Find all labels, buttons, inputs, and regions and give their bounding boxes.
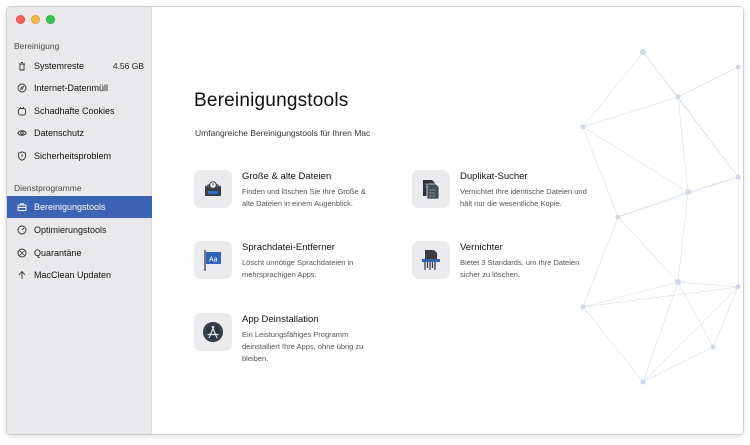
gauge-icon xyxy=(16,225,27,236)
shredder-icon xyxy=(412,241,450,279)
compass-icon xyxy=(16,83,27,94)
tool-name: Duplikat-Sucher xyxy=(460,171,528,182)
tool-large-old-files[interactable]: Große & alte Dateien Finden und löschen … xyxy=(194,170,394,230)
sidebar-item-quarantaene[interactable]: Quarantäne xyxy=(7,242,152,264)
section-title-dienstprogramme: Dienstprogramme xyxy=(14,183,82,193)
sidebar: Bereinigung Systemreste 4.56 GB Internet… xyxy=(7,7,152,434)
toolbox-icon xyxy=(16,202,27,213)
language-flag-icon: Aa xyxy=(194,241,232,279)
minimize-window-button[interactable] xyxy=(31,15,40,24)
sidebar-item-schadhafte-cookies[interactable]: Schadhafte Cookies xyxy=(7,100,152,122)
sidebar-item-label: Bereinigungstools xyxy=(34,202,106,212)
sidebar-item-bereinigungstools[interactable]: Bereinigungstools xyxy=(7,196,152,218)
sidebar-item-systemreste[interactable]: Systemreste 4.56 GB xyxy=(7,55,152,77)
tool-name: Vernichter xyxy=(460,242,503,253)
tool-description: Löscht unnötige Sprachdateien in mehrspr… xyxy=(242,258,354,279)
tool-app-uninstaller[interactable]: App Deinstallation Ein Leistungsfähiges … xyxy=(194,313,394,373)
junk-size-value: 4.56 GB xyxy=(112,61,144,71)
sidebar-item-label: Internet-Datenmüll xyxy=(34,83,109,93)
close-window-button[interactable] xyxy=(16,15,25,24)
tool-name: App Deinstallation xyxy=(242,314,319,325)
trash-icon xyxy=(16,61,27,72)
window-controls xyxy=(16,15,55,24)
sidebar-item-sicherheitsproblem[interactable]: Sicherheitsproblem xyxy=(7,145,152,167)
tool-name: Große & alte Dateien xyxy=(242,171,332,182)
quarantine-icon xyxy=(16,248,27,259)
sidebar-item-label: Optimierungstools xyxy=(34,225,107,235)
tool-language-remover[interactable]: Aa Sprachdatei-Entferner Löscht unnötige… xyxy=(194,241,394,301)
zoom-window-button[interactable] xyxy=(46,15,55,24)
sidebar-item-macclean-updaten[interactable]: MacClean Updaten xyxy=(7,264,152,286)
section-title-bereinigung: Bereinigung xyxy=(14,41,60,51)
large-files-icon xyxy=(194,170,232,208)
tool-shredder[interactable]: Vernichter Bietet 3 Standards, um Ihre D… xyxy=(412,241,612,301)
tool-description: Vernichtet Ihre identische Dateien und h… xyxy=(460,187,587,208)
sidebar-item-optimierungstools[interactable]: Optimierungstools xyxy=(7,219,152,241)
upload-arrow-icon xyxy=(16,270,27,281)
eye-icon xyxy=(16,128,27,139)
sidebar-item-label: MacClean Updaten xyxy=(34,270,112,280)
duplicate-files-icon xyxy=(412,170,450,208)
sidebar-item-label: Quarantäne xyxy=(34,248,82,258)
app-store-icon xyxy=(194,313,232,351)
cookie-icon xyxy=(16,106,27,117)
sidebar-item-label: Schadhafte Cookies xyxy=(34,106,115,116)
main-panel: Bereinigungstools Umfangreiche Bereinigu… xyxy=(152,7,743,434)
sidebar-item-internet-datenmuell[interactable]: Internet-Datenmüll xyxy=(7,77,152,99)
svg-text:Aa: Aa xyxy=(209,257,218,264)
tool-description: Ein Leistungsfähiges Programm deinstalli… xyxy=(242,330,364,363)
page-subtitle: Umfangreiche Bereinigungstools für Ihren… xyxy=(195,128,371,138)
tool-description: Finden und löschen Sie Ihre Große & alte… xyxy=(242,187,366,208)
sidebar-item-label: Systemreste xyxy=(34,61,85,71)
sidebar-item-datenschutz[interactable]: Datenschutz xyxy=(7,122,152,144)
app-window: Bereinigung Systemreste 4.56 GB Internet… xyxy=(6,6,744,435)
tool-description: Bietet 3 Standards, um Ihre Dateien sich… xyxy=(460,258,580,279)
sidebar-item-label: Sicherheitsproblem xyxy=(34,151,112,161)
tool-duplicate-finder[interactable]: Duplikat-Sucher Vernichtet Ihre identisc… xyxy=(412,170,612,230)
shield-icon xyxy=(16,151,27,162)
page-title: Bereinigungstools xyxy=(194,90,349,111)
tool-name: Sprachdatei-Entferner xyxy=(242,242,335,253)
sidebar-item-label: Datenschutz xyxy=(34,128,85,138)
